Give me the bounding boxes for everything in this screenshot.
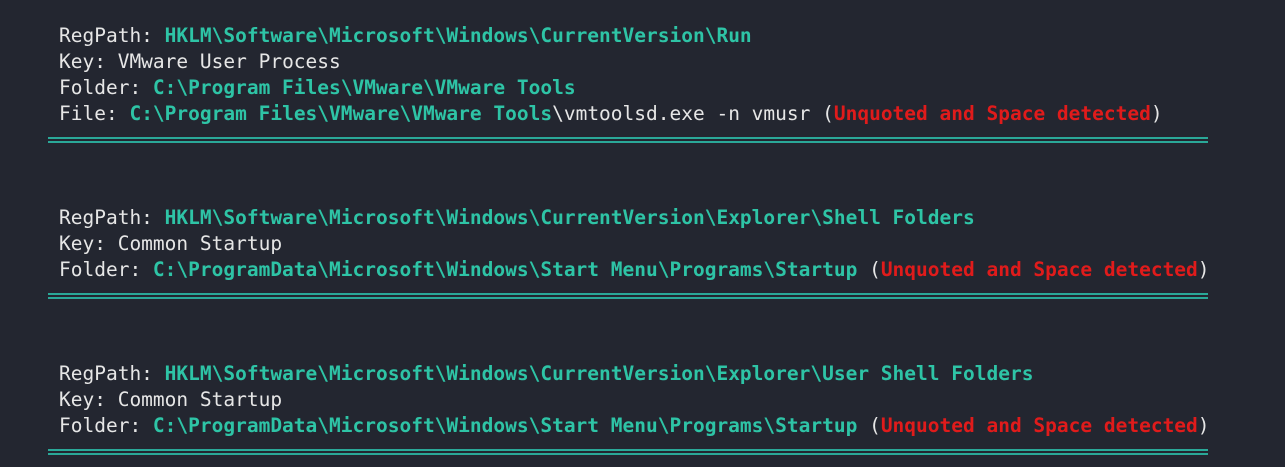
key-line: Key: Common Startup <box>59 231 1210 257</box>
warning-text: Unquoted and Space detected <box>880 258 1198 281</box>
folder-value: C:\Program Files\VMware\VMware Tools <box>152 76 576 99</box>
open-paren: ( <box>857 258 881 281</box>
key-label: Key: <box>59 388 118 411</box>
folder-label: Folder: <box>59 258 153 281</box>
regpath-value: HKLM\Software\Microsoft\Windows\CurrentV… <box>164 24 752 47</box>
key-label: Key: <box>59 232 118 255</box>
file-dir: C:\Program Files\VMware\VMware Tools <box>129 102 553 125</box>
file-rest: \vmtoolsd.exe -n vmusr ( <box>552 102 834 125</box>
key-line: Key: VMware User Process <box>59 49 1163 75</box>
regpath-line: RegPath: HKLM\Software\Microsoft\Windows… <box>59 205 1210 231</box>
folder-label: Folder: <box>59 414 153 437</box>
regpath-label: RegPath: <box>59 206 165 229</box>
registry-entry: RegPath: HKLM\Software\Microsoft\Windows… <box>59 361 1210 439</box>
file-label: File: <box>59 102 130 125</box>
close-paren: ) <box>1197 414 1210 437</box>
folder-line: Folder: C:\ProgramData\Microsoft\Windows… <box>59 413 1210 439</box>
separator-line <box>48 293 1208 299</box>
regpath-label: RegPath: <box>59 24 165 47</box>
warning-text: Unquoted and Space detected <box>833 102 1151 125</box>
terminal-output: RegPath: HKLM\Software\Microsoft\Windows… <box>0 0 1285 467</box>
key-value: VMware User Process <box>117 50 341 73</box>
separator-line <box>48 449 1208 455</box>
regpath-label: RegPath: <box>59 362 165 385</box>
folder-line: Folder: C:\ProgramData\Microsoft\Windows… <box>59 257 1210 283</box>
close-paren: ) <box>1197 258 1210 281</box>
warning-text: Unquoted and Space detected <box>880 414 1198 437</box>
open-paren: ( <box>857 414 881 437</box>
key-value: Common Startup <box>117 232 283 255</box>
key-line: Key: Common Startup <box>59 387 1210 413</box>
registry-entry: RegPath: HKLM\Software\Microsoft\Windows… <box>59 23 1163 127</box>
registry-entry: RegPath: HKLM\Software\Microsoft\Windows… <box>59 205 1210 283</box>
folder-value: C:\ProgramData\Microsoft\Windows\Start M… <box>152 414 858 437</box>
regpath-value: HKLM\Software\Microsoft\Windows\CurrentV… <box>164 362 1034 385</box>
folder-line: Folder: C:\Program Files\VMware\VMware T… <box>59 75 1163 101</box>
file-line: File: C:\Program Files\VMware\VMware Too… <box>59 101 1163 127</box>
close-paren: ) <box>1150 102 1163 125</box>
separator-line <box>48 137 1208 143</box>
regpath-line: RegPath: HKLM\Software\Microsoft\Windows… <box>59 23 1163 49</box>
regpath-line: RegPath: HKLM\Software\Microsoft\Windows… <box>59 361 1210 387</box>
folder-value: C:\ProgramData\Microsoft\Windows\Start M… <box>152 258 858 281</box>
key-label: Key: <box>59 50 118 73</box>
regpath-value: HKLM\Software\Microsoft\Windows\CurrentV… <box>164 206 975 229</box>
folder-label: Folder: <box>59 76 153 99</box>
key-value: Common Startup <box>117 388 283 411</box>
